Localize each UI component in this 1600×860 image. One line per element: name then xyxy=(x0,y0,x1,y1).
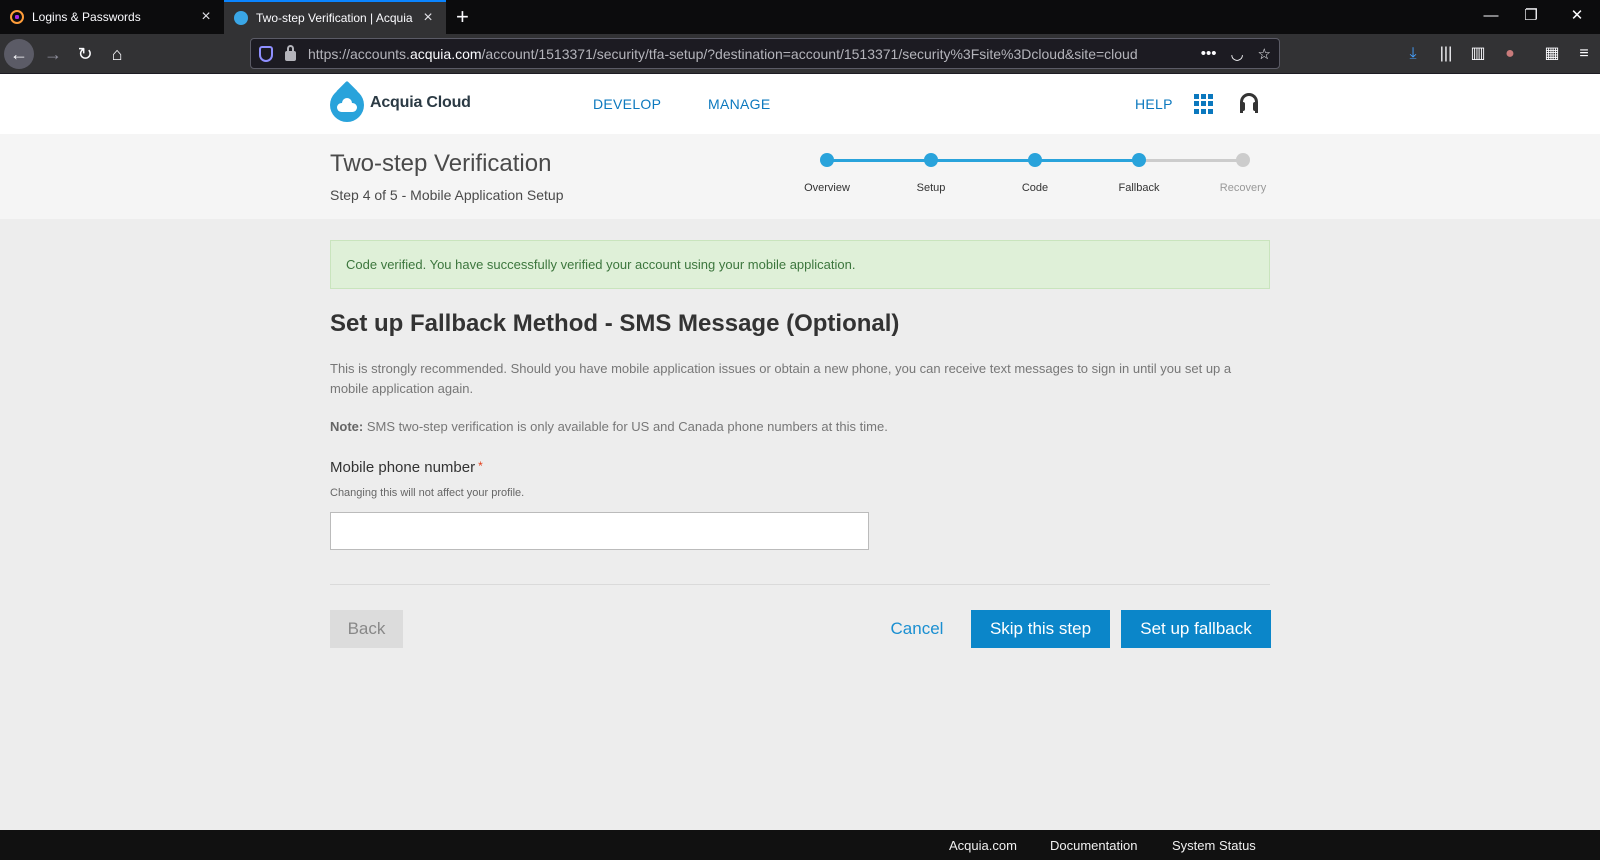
step-dot-code xyxy=(1028,153,1042,167)
library-icon[interactable]: ||| xyxy=(1432,39,1460,69)
nav-help[interactable]: HELP xyxy=(1135,96,1173,112)
sidebar-icon[interactable]: ▥ xyxy=(1464,39,1492,69)
browser-nav-bar: ← → ↻ ⌂ https://accounts.acquia.com/acco… xyxy=(0,34,1600,74)
step-dot-recovery xyxy=(1236,153,1250,167)
section-description: This is strongly recommended. Should you… xyxy=(330,361,1232,396)
account-icon[interactable]: ● xyxy=(1496,39,1524,69)
tab-two-step-verification[interactable]: Two-step Verification | Acquia × xyxy=(224,0,446,34)
phone-field-help: Changing this will not affect your profi… xyxy=(330,487,525,499)
new-tab-button[interactable]: + xyxy=(456,3,469,31)
tab-title: Logins & Passwords xyxy=(32,10,141,24)
url-prefix: https://accounts. xyxy=(308,45,410,62)
mobile-phone-input[interactable] xyxy=(330,512,869,550)
footer-link-documentation[interactable]: Documentation xyxy=(1050,838,1137,853)
phone-field-label: Mobile phone number * xyxy=(330,459,483,476)
menu-icon[interactable]: ≡ xyxy=(1570,39,1598,69)
page-subtitle: Step 4 of 5 - Mobile Application Setup xyxy=(330,187,564,203)
pocket-icon[interactable]: ◡ xyxy=(1230,45,1243,63)
tracking-shield-icon[interactable] xyxy=(259,45,273,62)
sms-note: Note: SMS two-step verification is only … xyxy=(330,419,888,434)
home-button[interactable]: ⌂ xyxy=(102,39,132,69)
step-label-fallback: Fallback xyxy=(1118,182,1160,194)
site-footer: Acquia.com Documentation System Status xyxy=(0,830,1600,860)
page-title: Two-step Verification xyxy=(330,150,552,177)
nav-manage[interactable]: MANAGE xyxy=(708,96,770,112)
tab-logins-passwords[interactable]: Logins & Passwords × xyxy=(0,0,224,34)
site-header: Acquia Cloud DEVELOP MANAGE HELP xyxy=(0,74,1600,134)
lockwise-icon xyxy=(10,10,24,24)
close-icon[interactable]: × xyxy=(198,8,214,26)
footer-link-system-status[interactable]: System Status xyxy=(1172,838,1256,853)
set-up-fallback-button[interactable]: Set up fallback xyxy=(1121,610,1271,648)
nav-develop[interactable]: DEVELOP xyxy=(593,96,661,112)
step-label-recovery: Recovery xyxy=(1219,182,1267,194)
app-grid-icon[interactable] xyxy=(1194,94,1214,114)
step-dot-fallback xyxy=(1132,153,1146,167)
url-text[interactable]: https://accounts.acquia.com/account/1513… xyxy=(308,46,1187,62)
acquia-favicon-icon xyxy=(234,11,248,25)
address-bar[interactable]: https://accounts.acquia.com/account/1513… xyxy=(250,38,1280,69)
url-domain: acquia.com xyxy=(409,45,482,62)
note-text: SMS two-step verification is only availa… xyxy=(363,419,888,434)
progress-stepper: Overview Setup Code Fallback Recovery xyxy=(790,152,1266,202)
bookmark-star-icon[interactable]: ☆ xyxy=(1258,45,1271,63)
cancel-button[interactable]: Cancel xyxy=(876,610,958,648)
footer-link-acquia[interactable]: Acquia.com xyxy=(949,838,1017,853)
forward-button[interactable]: → xyxy=(38,39,68,69)
browser-tab-bar: Logins & Passwords × Two-step Verificati… xyxy=(0,0,1600,34)
page-actions-icon[interactable]: ••• xyxy=(1201,45,1217,62)
step-dot-setup xyxy=(924,153,938,167)
acquia-cloud-logo[interactable]: Acquia Cloud xyxy=(330,80,471,122)
downloads-icon[interactable]: ⤓ xyxy=(1399,39,1427,69)
step-label-setup: Setup xyxy=(916,182,946,194)
close-icon[interactable]: × xyxy=(420,9,436,27)
phone-label-text: Mobile phone number xyxy=(330,459,476,476)
success-alert: Code verified. You have successfully ver… xyxy=(330,240,1270,289)
back-button-form[interactable]: Back xyxy=(330,610,403,648)
window-close-button[interactable]: ✕ xyxy=(1554,0,1600,34)
extensions-icon[interactable]: ▦ xyxy=(1538,39,1566,69)
acquia-drop-icon xyxy=(330,80,364,122)
tab-title: Two-step Verification | Acquia xyxy=(256,11,413,25)
url-path: /account/1513371/security/tfa-setup/?des… xyxy=(481,45,1138,62)
skip-step-button[interactable]: Skip this step xyxy=(971,610,1110,648)
page-header: Two-step Verification Step 4 of 5 - Mobi… xyxy=(0,134,1600,219)
back-button[interactable]: ← xyxy=(4,39,34,69)
lock-icon[interactable] xyxy=(285,44,296,61)
form-divider xyxy=(330,584,1270,585)
section-title: Set up Fallback Method - SMS Message (Op… xyxy=(330,310,900,337)
reload-button[interactable]: ↻ xyxy=(70,39,100,69)
note-label: Note: xyxy=(330,419,364,434)
step-label-code: Code xyxy=(1021,182,1049,194)
stepper-progress-line xyxy=(827,159,1139,162)
stepper-remaining-line xyxy=(1139,159,1243,162)
headset-icon[interactable] xyxy=(1240,93,1258,113)
step-dot-overview xyxy=(820,153,834,167)
brand-name: Acquia Cloud xyxy=(370,94,471,111)
required-marker: * xyxy=(478,459,483,473)
step-label-overview: Overview xyxy=(804,182,850,194)
restore-button[interactable]: ❐ xyxy=(1508,0,1554,34)
